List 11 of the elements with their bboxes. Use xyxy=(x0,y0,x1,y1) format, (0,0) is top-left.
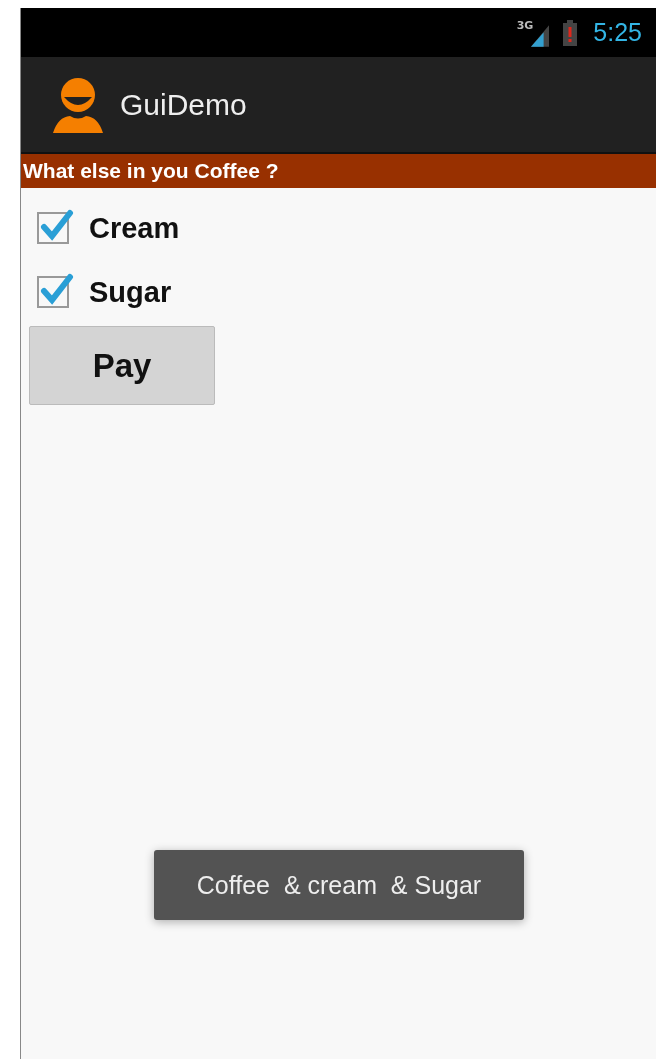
clock: 5:25 xyxy=(593,18,642,47)
app-title: GuiDemo xyxy=(120,87,247,122)
checkbox-label[interactable]: Cream xyxy=(89,211,180,245)
signal-icon xyxy=(531,24,550,47)
toast-message: Coffee & cream & Sugar xyxy=(154,850,524,920)
person-icon xyxy=(50,76,106,133)
question-header: What else in you Coffee ? xyxy=(21,154,656,188)
checkbox-label[interactable]: Sugar xyxy=(89,275,172,309)
pay-button[interactable]: Pay xyxy=(29,326,215,405)
network-type: 3G xyxy=(516,19,534,32)
battery-alert-icon xyxy=(563,19,578,46)
